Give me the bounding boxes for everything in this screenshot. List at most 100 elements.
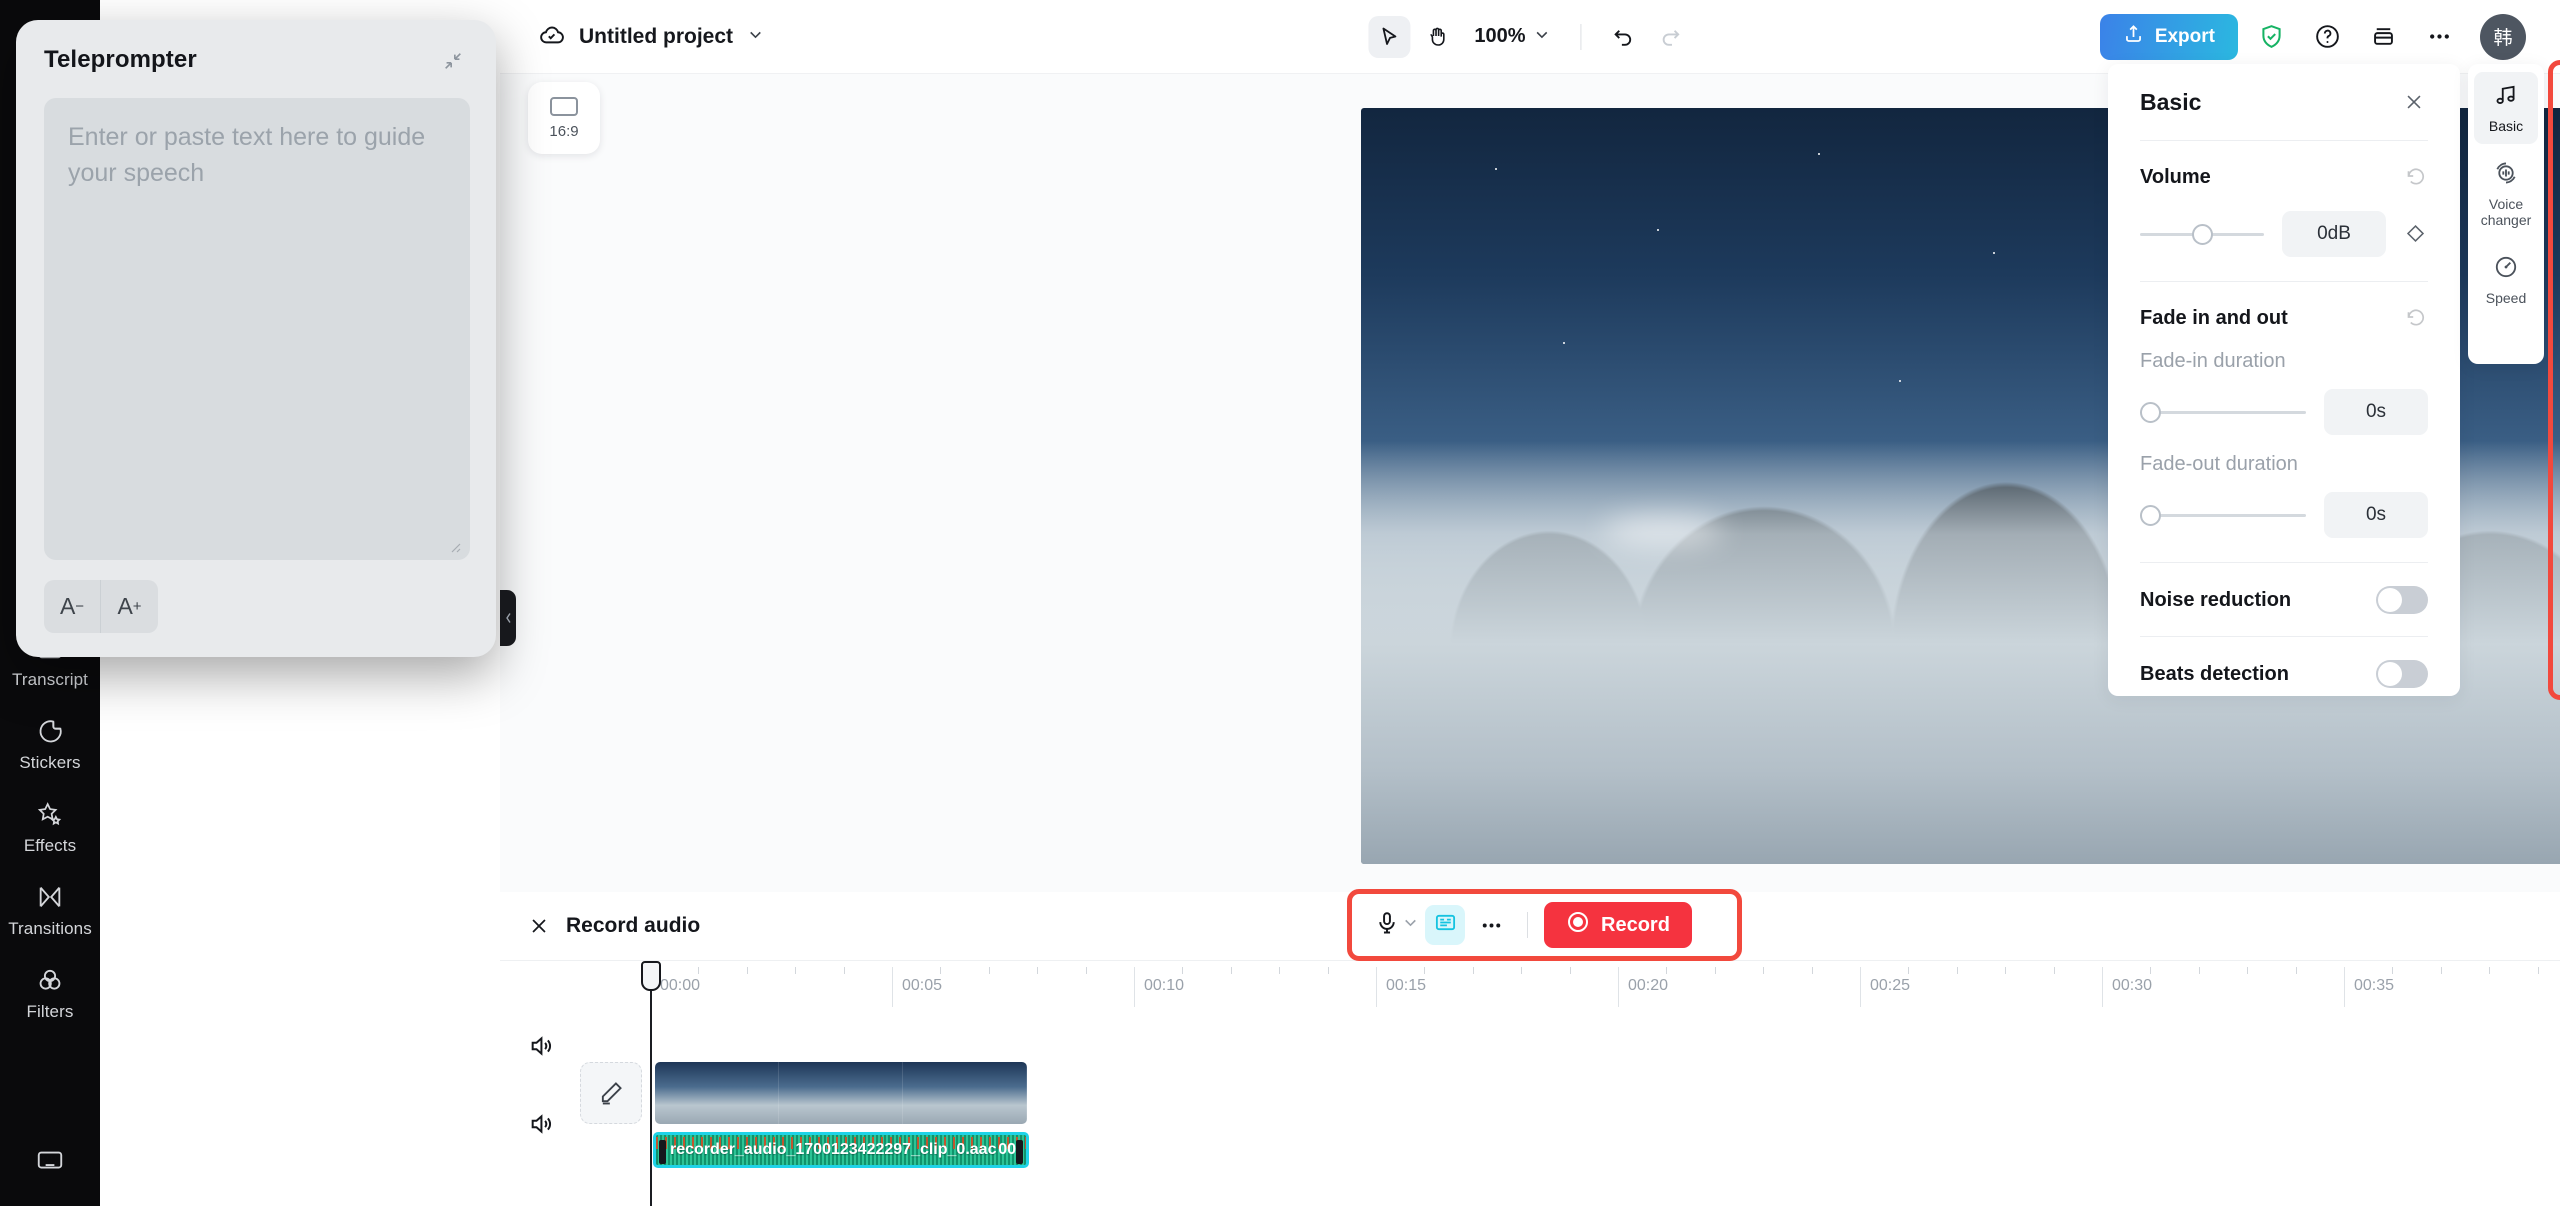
playhead[interactable] — [641, 961, 661, 1206]
timeline-ruler[interactable]: 00:00 00:05 00:10 00:15 00:20 00:25 00:30 00:35… — [500, 961, 2560, 1007]
ellipsis-icon[interactable] — [2416, 14, 2462, 60]
sidebar-item-filters[interactable]: Filters — [0, 952, 100, 1035]
ruler-minor-tick — [1472, 967, 1474, 974]
select-tool-button[interactable] — [1368, 15, 1411, 58]
sidebar-item-transitions[interactable]: Transitions — [0, 869, 100, 952]
fade-out-value-field[interactable]: 0s — [2324, 492, 2428, 538]
volume-slider[interactable] — [2140, 221, 2264, 247]
ruler-minor-tick — [1763, 967, 1765, 974]
close-record-icon[interactable] — [524, 911, 554, 941]
ruler-minor-tick — [2005, 967, 2007, 974]
sticker-icon — [35, 716, 65, 746]
shield-check-icon[interactable] — [2248, 14, 2294, 60]
topbar-right-actions: Export 韩 — [2099, 13, 2526, 60]
slider-knob[interactable] — [2192, 223, 2214, 245]
volume-value-field[interactable]: 0dB — [2282, 211, 2386, 257]
reset-icon[interactable] — [2404, 306, 2428, 330]
chevron-down-icon[interactable] — [747, 26, 764, 48]
sidebar-item-effects[interactable]: Effects — [0, 786, 100, 869]
video-clip[interactable] — [655, 1062, 1027, 1124]
record-tools: Record — [1360, 896, 1730, 954]
fade-in-value-field[interactable]: 0s — [2324, 389, 2428, 435]
speaker-icon[interactable] — [528, 1110, 558, 1140]
fade-out-slider[interactable] — [2140, 502, 2306, 528]
aspect-ratio-label: 16:9 — [549, 122, 579, 140]
tab-speed[interactable]: Speed — [2474, 244, 2538, 316]
fade-in-slider[interactable] — [2140, 399, 2306, 425]
ruler-minor-tick — [2440, 967, 2442, 974]
teleprompter-textarea[interactable]: Enter or paste text here to guide your s… — [44, 98, 470, 560]
project-name: Untitled project — [579, 24, 734, 48]
ruler-minor-tick — [2537, 967, 2539, 974]
collapse-arrows-icon[interactable] — [438, 46, 468, 76]
noise-reduction-toggle[interactable] — [2376, 586, 2428, 614]
beats-detection-toggle[interactable] — [2376, 660, 2428, 688]
ruler-major-tick — [1376, 967, 1377, 1007]
chevron-down-icon — [1534, 26, 1551, 48]
ruler-time-label: 00:25 — [1870, 977, 1911, 994]
reset-icon[interactable] — [2404, 165, 2428, 189]
edit-clip-button[interactable] — [580, 1062, 642, 1124]
ruler-major-tick — [1134, 967, 1135, 1007]
playhead-handle[interactable] — [641, 961, 661, 991]
ruler-minor-tick — [2198, 967, 2200, 974]
record-more-icon[interactable] — [1471, 905, 1511, 945]
ruler-time-label: 00:35 — [2354, 977, 2395, 994]
audio-clip-end-label: 00 — [998, 1141, 1016, 1158]
speaker-icon[interactable] — [528, 1032, 558, 1062]
microphone-selector[interactable] — [1374, 910, 1419, 941]
teleprompter-icon — [1434, 911, 1457, 939]
ruler-minor-tick — [746, 967, 748, 974]
audio-clip[interactable]: recorder_audio_1700123422297_clip_0.aac … — [653, 1132, 1029, 1168]
toggle-knob — [2378, 662, 2402, 686]
fade-label: Fade in and out — [2140, 306, 2288, 329]
teleprompter-header: Teleprompter — [44, 46, 468, 76]
resize-handle-icon[interactable] — [447, 539, 461, 553]
record-button[interactable]: Record — [1544, 902, 1692, 948]
close-icon[interactable] — [2400, 88, 2428, 116]
hand-tool-button[interactable] — [1416, 16, 1458, 58]
tab-basic[interactable]: Basic — [2474, 72, 2538, 144]
ruler-major-tick — [2344, 967, 2345, 1007]
help-circle-icon[interactable] — [2304, 14, 2350, 60]
voice-changer-icon — [2493, 160, 2519, 191]
ruler-minor-tick — [1956, 967, 1958, 974]
aspect-ratio-badge[interactable]: 16:9 — [528, 82, 600, 154]
fade-in-label: Fade-in duration — [2140, 350, 2286, 372]
user-avatar[interactable]: 韩 — [2480, 13, 2526, 60]
export-label: Export — [2154, 25, 2215, 47]
sidebar-label-transitions: Transitions — [8, 919, 92, 938]
ruler-minor-tick — [988, 967, 990, 974]
ruler-major-tick — [2102, 967, 2103, 1007]
undo-button[interactable] — [1602, 16, 1644, 58]
sidebar-item-stickers[interactable]: Stickers — [0, 703, 100, 786]
tab-basic-label: Basic — [2488, 118, 2524, 134]
top-toolbar: Untitled project 100% Export 韩 — [500, 0, 2560, 74]
ruler-time-label: 00:10 — [1144, 977, 1185, 994]
slider-knob[interactable] — [2140, 401, 2161, 423]
export-button[interactable]: Export — [2099, 13, 2238, 60]
effects-icon — [35, 799, 65, 829]
fade-out-label: Fade-out duration — [2140, 453, 2298, 475]
project-info[interactable]: Untitled project — [538, 21, 764, 53]
slider-knob[interactable] — [2140, 504, 2161, 526]
clip-left-handle[interactable] — [659, 1140, 666, 1164]
keyboard-icon[interactable] — [35, 1145, 65, 1180]
zoom-control[interactable]: 100% — [1464, 25, 1560, 48]
teleprompter-toggle-button[interactable] — [1425, 905, 1465, 945]
noise-reduction-row: Noise reduction — [2140, 586, 2428, 614]
tab-voice-changer[interactable]: Voice changer — [2474, 150, 2538, 238]
layers-icon[interactable] — [2360, 14, 2406, 60]
font-decrease-button[interactable]: A − — [44, 580, 101, 633]
transitions-icon — [35, 882, 65, 912]
ruler-minor-tick — [1279, 967, 1281, 974]
font-increase-button[interactable]: A + — [101, 580, 158, 633]
panel-collapse-handle[interactable] — [500, 590, 516, 646]
diamond-keyframe-icon[interactable] — [2404, 222, 2428, 246]
tab-speed-label: Speed — [2485, 289, 2527, 306]
ruler-minor-tick — [843, 967, 845, 974]
volume-label: Volume — [2140, 165, 2211, 188]
ruler-time-label: 00:15 — [1386, 977, 1427, 994]
clip-right-handle[interactable] — [1016, 1140, 1023, 1164]
teleprompter-panel: Teleprompter Enter or paste text here to… — [16, 20, 496, 657]
